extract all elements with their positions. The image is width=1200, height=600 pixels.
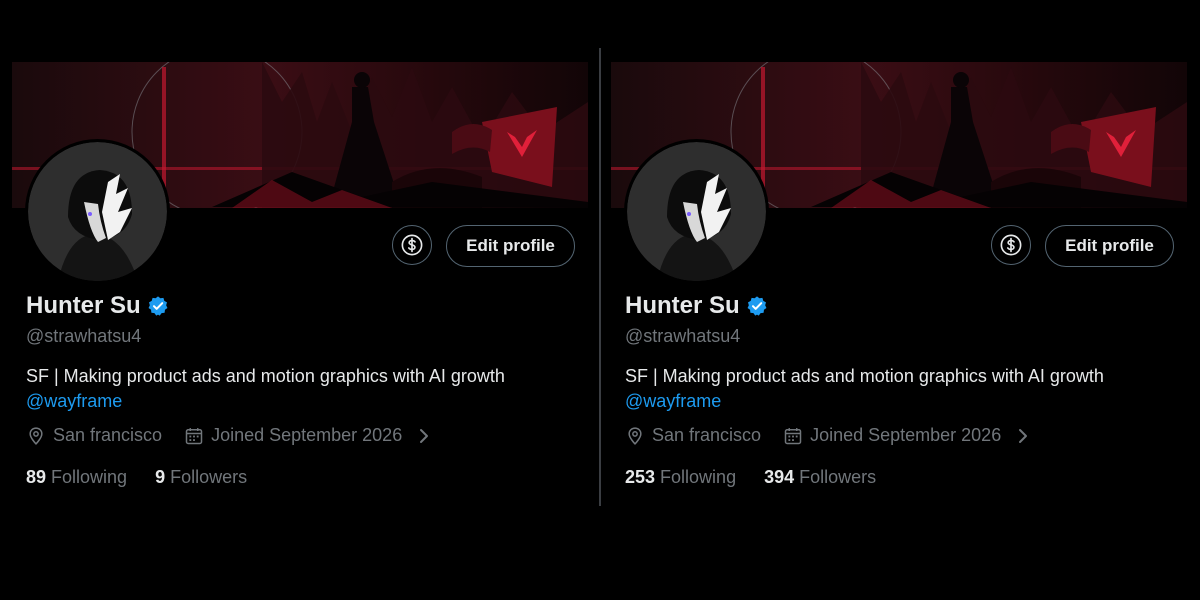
- bio-text: SF | Making product ads and motion graph…: [625, 366, 1104, 386]
- user-handle: @strawhatsu4: [26, 326, 142, 346]
- profile-bio: SF | Making product ads and motion graph…: [26, 364, 546, 414]
- display-name-row: Hunter Su: [26, 292, 169, 320]
- map-pin-icon: [628, 426, 642, 445]
- profile-avatar[interactable]: [627, 142, 766, 281]
- profile-panel-before: Edit profile Hunter Su @strawhatsu4 SF |…: [12, 62, 588, 502]
- following-link[interactable]: 89 Following: [26, 467, 127, 488]
- location-text: San francisco: [53, 425, 163, 445]
- bio-text: SF | Making product ads and motion graph…: [26, 366, 505, 386]
- location-text: San francisco: [652, 425, 762, 445]
- followers-label: Followers: [799, 467, 877, 487]
- dollar-sign-icon: [1000, 234, 1022, 256]
- profile-bio: SF | Making product ads and motion graph…: [625, 364, 1145, 414]
- followers-link[interactable]: 9 Followers: [155, 467, 247, 488]
- tip-button[interactable]: [991, 225, 1031, 265]
- profile-meta: San francisco Joined September 2026: [26, 425, 431, 446]
- display-name: Hunter Su: [26, 292, 141, 319]
- joined-item: Joined September 2026: [184, 425, 431, 446]
- comparison-screenshot: Edit profile Hunter Su @strawhatsu4 SF |…: [0, 0, 1200, 600]
- avatar-artwork: [627, 142, 766, 281]
- following-link[interactable]: 253 Following: [625, 467, 736, 488]
- following-label: Following: [660, 467, 737, 487]
- followers-count: 9: [155, 467, 166, 487]
- display-name-row: Hunter Su: [625, 292, 768, 320]
- profile-avatar[interactable]: [28, 142, 167, 281]
- calendar-icon: [784, 427, 802, 444]
- edit-profile-button[interactable]: Edit profile: [1045, 225, 1174, 267]
- joined-text: Joined September 2026: [211, 425, 403, 445]
- follow-stats: 89 Following 9 Followers: [26, 467, 247, 488]
- calendar-icon: [185, 427, 203, 444]
- follow-stats: 253 Following 394 Followers: [625, 467, 876, 488]
- chevron-right-icon[interactable]: [417, 427, 431, 445]
- user-handle: @strawhatsu4: [625, 326, 741, 346]
- following-label: Following: [51, 467, 128, 487]
- verified-badge-icon[interactable]: [746, 295, 768, 317]
- profile-panel-after: Edit profile Hunter Su @strawhatsu4 SF |…: [611, 62, 1187, 502]
- location-item: San francisco: [26, 425, 162, 446]
- joined-text: Joined September 2026: [810, 425, 1002, 445]
- followers-count: 394: [764, 467, 795, 487]
- tip-button[interactable]: [392, 225, 432, 265]
- followers-label: Followers: [170, 467, 248, 487]
- profile-meta: San francisco Joined September 2026: [625, 425, 1030, 446]
- following-count: 253: [625, 467, 656, 487]
- chevron-right-icon[interactable]: [1016, 427, 1030, 445]
- bio-mention-link[interactable]: @wayframe: [26, 391, 122, 411]
- following-count: 89: [26, 467, 47, 487]
- avatar-artwork: [28, 142, 167, 281]
- followers-link[interactable]: 394 Followers: [764, 467, 876, 488]
- bio-mention-link[interactable]: @wayframe: [625, 391, 721, 411]
- location-item: San francisco: [625, 425, 761, 446]
- panel-divider: [599, 48, 601, 506]
- map-pin-icon: [29, 426, 43, 445]
- joined-item: Joined September 2026: [783, 425, 1030, 446]
- display-name: Hunter Su: [625, 292, 740, 319]
- verified-badge-icon[interactable]: [147, 295, 169, 317]
- dollar-sign-icon: [401, 234, 423, 256]
- edit-profile-button[interactable]: Edit profile: [446, 225, 575, 267]
